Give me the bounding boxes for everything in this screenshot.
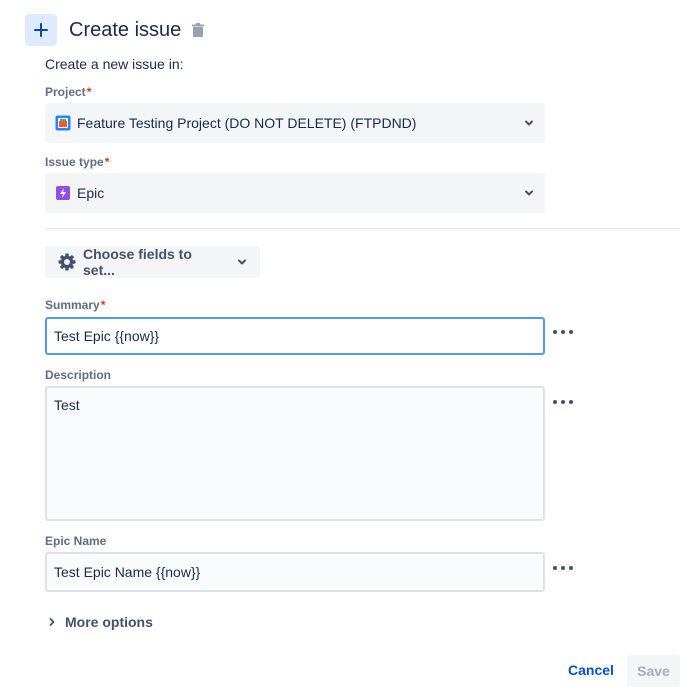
project-label-text: Project xyxy=(45,85,86,99)
more-options-toggle[interactable]: More options xyxy=(47,614,153,630)
plus-icon xyxy=(25,14,57,46)
chevron-down-icon xyxy=(236,256,248,268)
required-mark: * xyxy=(86,85,92,99)
summary-input[interactable]: Test Epic {{now}} xyxy=(45,317,545,355)
issue-type-value: Epic xyxy=(77,185,105,201)
issue-type-label: Issue type* xyxy=(45,155,109,169)
description-more-icon[interactable] xyxy=(553,398,573,406)
chevron-down-icon xyxy=(523,187,535,199)
project-value: Feature Testing Project (DO NOT DELETE) … xyxy=(77,115,417,131)
required-mark: * xyxy=(104,155,110,169)
project-select[interactable]: Feature Testing Project (DO NOT DELETE) … xyxy=(45,103,545,143)
description-value: Test xyxy=(54,397,80,413)
required-mark: * xyxy=(100,298,106,312)
create-issue-panel: Create issue Create a new issue in: Proj… xyxy=(0,0,691,700)
chevron-down-icon xyxy=(523,117,535,129)
epic-lightning-icon xyxy=(55,185,71,201)
choose-fields-label: Choose fields to set... xyxy=(83,246,192,278)
epic-name-more-icon[interactable] xyxy=(553,564,573,572)
epic-name-value: Test Epic Name {{now}} xyxy=(54,564,201,580)
gear-icon xyxy=(57,252,77,272)
save-button[interactable]: Save xyxy=(627,655,680,687)
choose-fields-button[interactable]: Choose fields to set... xyxy=(45,246,260,278)
summary-more-icon[interactable] xyxy=(553,328,573,336)
page-title: Create issue xyxy=(69,18,182,41)
epic-name-label: Epic Name xyxy=(45,534,107,548)
project-avatar-icon xyxy=(55,115,71,131)
summary-value: Test Epic {{now}} xyxy=(54,328,160,344)
issue-type-label-text: Issue type xyxy=(45,155,104,169)
divider xyxy=(45,228,680,229)
chevron-right-icon xyxy=(47,617,57,627)
header: Create issue xyxy=(25,14,205,46)
description-label: Description xyxy=(45,368,112,382)
intro-text: Create a new issue in: xyxy=(45,56,184,72)
more-options-label: More options xyxy=(65,614,153,630)
summary-label: Summary* xyxy=(45,298,105,312)
issue-type-select[interactable]: Epic xyxy=(45,173,545,213)
project-label: Project* xyxy=(45,85,91,99)
description-textarea[interactable]: Test xyxy=(45,386,545,521)
cancel-button[interactable]: Cancel xyxy=(560,656,622,684)
epic-name-input[interactable]: Test Epic Name {{now}} xyxy=(45,552,545,592)
trash-icon[interactable] xyxy=(191,22,205,38)
summary-label-text: Summary xyxy=(45,298,100,312)
